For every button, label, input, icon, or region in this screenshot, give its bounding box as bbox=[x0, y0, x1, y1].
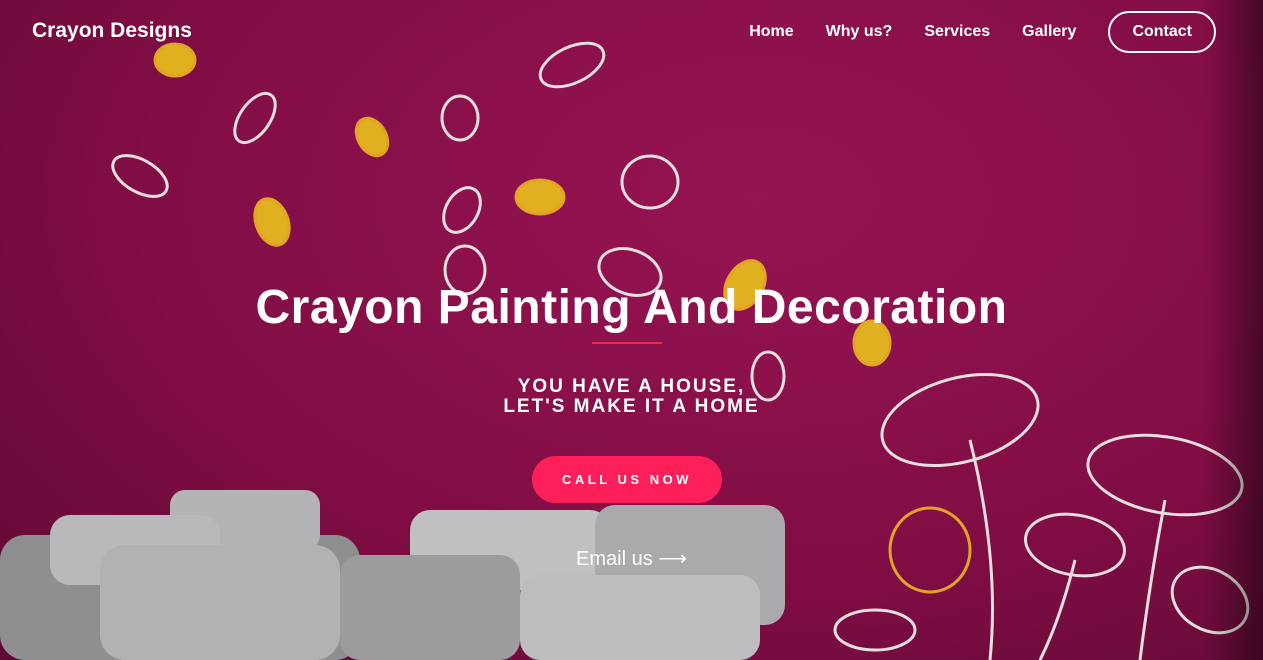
contact-button[interactable]: Contact bbox=[1108, 11, 1216, 53]
nav-menu: Home Why us? Services Gallery Contact bbox=[717, 11, 1216, 53]
nav-home[interactable]: Home bbox=[749, 23, 793, 41]
nav-services[interactable]: Services bbox=[924, 23, 990, 41]
hero-title: Crayon Painting And Decoration bbox=[255, 281, 1008, 334]
hero-section: Crayon Designs Home Why us? Services Gal… bbox=[0, 0, 1263, 660]
email-us-label: Email us bbox=[576, 548, 653, 570]
top-navigation: Crayon Designs Home Why us? Services Gal… bbox=[0, 0, 1263, 64]
nav-why-us[interactable]: Why us? bbox=[826, 23, 893, 41]
hero-subtitle: YOU HAVE A HOUSE, LET'S MAKE IT A HOME bbox=[0, 377, 1263, 417]
email-us-link[interactable]: Email us ⟶ bbox=[0, 546, 1263, 571]
title-divider bbox=[592, 342, 662, 344]
subtitle-line-1: YOU HAVE A HOUSE, bbox=[517, 376, 746, 397]
subtitle-line-2: LET'S MAKE IT A HOME bbox=[503, 396, 760, 417]
call-us-now-button[interactable]: CALL US NOW bbox=[532, 456, 722, 503]
brand-logo[interactable]: Crayon Designs bbox=[32, 19, 192, 43]
arrow-right-icon: ⟶ bbox=[658, 548, 687, 570]
nav-gallery[interactable]: Gallery bbox=[1022, 23, 1076, 41]
